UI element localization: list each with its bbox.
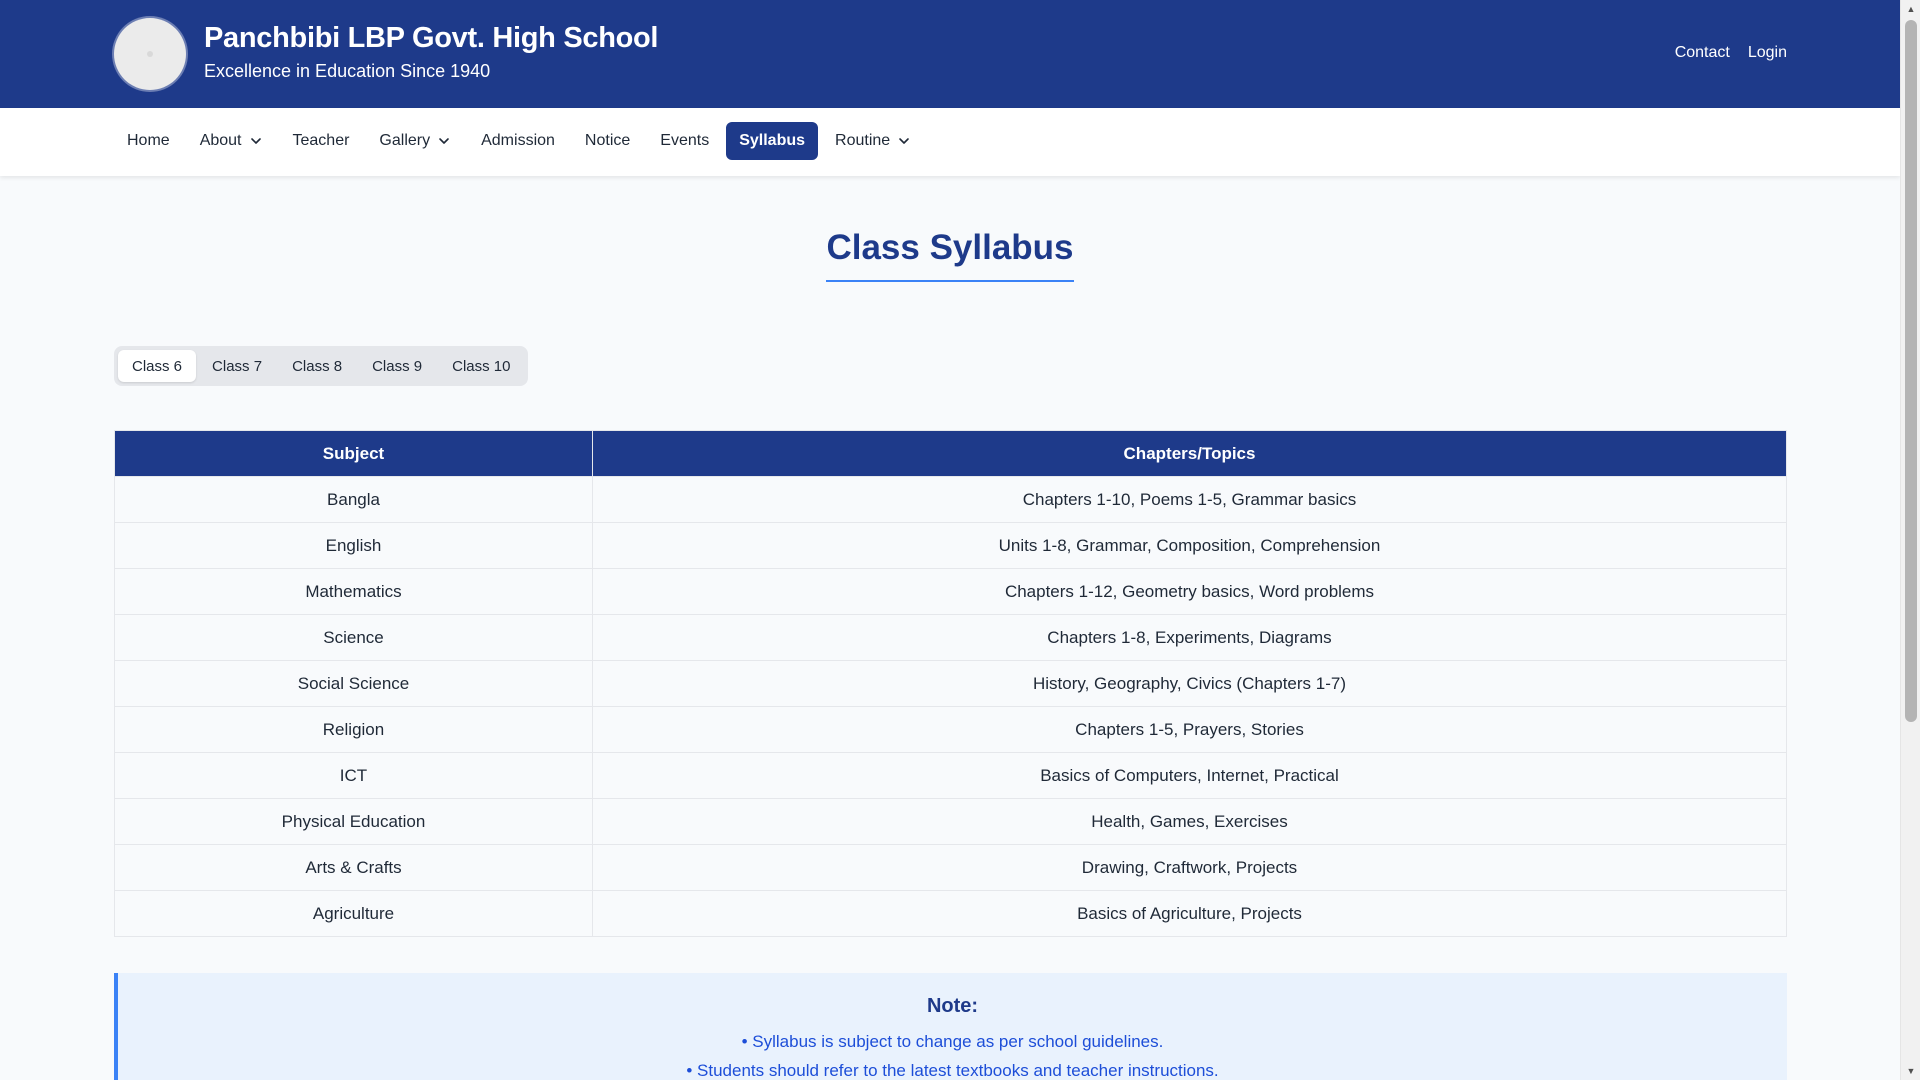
table-header-row: Subject Chapters/Topics bbox=[114, 430, 1787, 477]
nav-item-teacher[interactable]: Teacher bbox=[280, 122, 363, 160]
topics-cell: Basics of Computers, Internet, Practical bbox=[592, 752, 1787, 799]
nav-item-label: Events bbox=[660, 132, 710, 149]
note-line: • Syllabus is subject to change as per s… bbox=[741, 1032, 1164, 1051]
column-header-topics: Chapters/Topics bbox=[592, 430, 1787, 477]
nav-item-label: About bbox=[199, 132, 242, 149]
tab-class-7[interactable]: Class 7 bbox=[198, 350, 276, 382]
subject-cell: Arts & Crafts bbox=[114, 844, 593, 891]
subject-cell: Science bbox=[114, 614, 593, 661]
topics-cell: Units 1-8, Grammar, Composition, Compreh… bbox=[592, 522, 1787, 569]
main-navbar: Home About Teacher Gallery Admission Not… bbox=[0, 108, 1900, 176]
class-tabs: Class 6 Class 7 Class 8 Class 9 Class 10 bbox=[114, 346, 529, 386]
page-scrollbar[interactable]: ▲ ▼ bbox=[1900, 0, 1920, 1080]
subject-cell: ICT bbox=[114, 752, 593, 799]
table-row: Science Chapters 1-8, Experiments, Diagra… bbox=[114, 614, 1787, 661]
topics-cell: Drawing, Craftwork, Projects bbox=[592, 844, 1787, 891]
scroll-up-arrow-icon[interactable]: ▲ bbox=[1901, 0, 1920, 18]
nav-item-admission[interactable]: Admission bbox=[468, 122, 568, 160]
topics-cell: Basics of Agriculture, Projects bbox=[592, 890, 1787, 937]
school-tagline: Excellence in Education Since 1940 bbox=[204, 61, 491, 81]
nav-item-label: Syllabus bbox=[739, 132, 806, 149]
table-row: Agriculture Basics of Agriculture, Projec… bbox=[114, 890, 1787, 937]
nav-item-events[interactable]: Events bbox=[647, 122, 722, 160]
syllabus-table: Subject Chapters/Topics Bangla Chapters 1… bbox=[114, 430, 1787, 937]
note-line: • Students should refer to the latest te… bbox=[686, 1061, 1219, 1080]
school-logo[interactable] bbox=[114, 18, 186, 90]
topics-cell: Health, Games, Exercises bbox=[592, 798, 1787, 845]
contact-link[interactable]: Contact bbox=[1675, 44, 1730, 62]
nav-item-label: Gallery bbox=[379, 132, 431, 149]
nav-item-gallery[interactable]: Gallery bbox=[366, 122, 464, 160]
topics-cell: Chapters 1-10, Poems 1-5, Grammar basics bbox=[592, 476, 1787, 523]
table-row: Physical Education Health, Games, Exercis… bbox=[114, 798, 1787, 845]
subject-cell: Religion bbox=[114, 706, 593, 753]
nav-menu: Home About Teacher Gallery Admission Not… bbox=[114, 122, 928, 160]
chevron-down-icon bbox=[437, 134, 451, 148]
nav-item-home[interactable]: Home bbox=[114, 122, 183, 160]
scroll-down-arrow-icon[interactable]: ▼ bbox=[1901, 1062, 1920, 1080]
nav-item-notice[interactable]: Notice bbox=[572, 122, 643, 160]
nav-item-label: Teacher bbox=[292, 132, 350, 149]
subject-cell: English bbox=[114, 522, 593, 569]
note-title: Note: bbox=[926, 995, 979, 1017]
table-row: Bangla Chapters 1-10, Poems 1-5, Grammar … bbox=[114, 476, 1787, 523]
tab-class-9[interactable]: Class 9 bbox=[358, 350, 436, 382]
subject-cell: Mathematics bbox=[114, 568, 593, 615]
nav-item-label: Home bbox=[127, 132, 170, 149]
subject-cell: Bangla bbox=[114, 476, 593, 523]
chevron-down-icon bbox=[249, 134, 263, 148]
page: Panchbibi LBP Govt. High School Excellen… bbox=[0, 0, 1920, 1080]
nav-item-syllabus[interactable]: Syllabus bbox=[726, 122, 819, 160]
page-title: Class Syllabus bbox=[826, 228, 1074, 282]
tab-class-8[interactable]: Class 8 bbox=[278, 350, 356, 382]
scrollbar-thumb[interactable] bbox=[1905, 20, 1917, 722]
topics-cell: Chapters 1-5, Prayers, Stories bbox=[592, 706, 1787, 753]
table-row: ICT Basics of Computers, Internet, Practi… bbox=[114, 752, 1787, 799]
subject-cell: Physical Education bbox=[114, 798, 593, 845]
topics-cell: History, Geography, Civics (Chapters 1-7… bbox=[592, 660, 1787, 707]
table-row: Mathematics Chapters 1-12, Geometry basic… bbox=[114, 568, 1787, 615]
table-row: Religion Chapters 1-5, Prayers, Stories bbox=[114, 706, 1787, 753]
subject-cell: Social Science bbox=[114, 660, 593, 707]
tab-class-6[interactable]: Class 6 bbox=[118, 350, 197, 382]
site-header: Panchbibi LBP Govt. High School Excellen… bbox=[0, 0, 1900, 108]
chevron-down-icon bbox=[897, 134, 911, 148]
heading-wrapper: Class Syllabus bbox=[0, 228, 1900, 282]
table-row: Social Science History, Geography, Civics… bbox=[114, 660, 1787, 707]
topics-cell: Chapters 1-8, Experiments, Diagrams bbox=[592, 614, 1787, 661]
login-link[interactable]: Login bbox=[1748, 44, 1787, 62]
syllabus-note: Note: • Syllabus is subject to change as… bbox=[114, 973, 1787, 1080]
nav-item-label: Admission bbox=[481, 132, 555, 149]
logo-placeholder-icon bbox=[147, 51, 153, 57]
nav-item-about[interactable]: About bbox=[187, 122, 276, 160]
header-links: Contact Login bbox=[1675, 44, 1787, 62]
topics-cell: Chapters 1-12, Geometry basics, Word pro… bbox=[592, 568, 1787, 615]
tab-class-10[interactable]: Class 10 bbox=[438, 350, 524, 382]
table-row: Arts & Crafts Drawing, Craftwork, Project… bbox=[114, 844, 1787, 891]
school-name: Panchbibi LBP Govt. High School bbox=[204, 22, 659, 54]
table-row: English Units 1-8, Grammar, Composition, … bbox=[114, 522, 1787, 569]
nav-item-label: Notice bbox=[584, 132, 631, 149]
column-header-subject: Subject bbox=[114, 430, 593, 477]
nav-item-label: Routine bbox=[835, 132, 891, 149]
subject-cell: Agriculture bbox=[114, 890, 593, 937]
nav-item-routine[interactable]: Routine bbox=[822, 122, 924, 160]
